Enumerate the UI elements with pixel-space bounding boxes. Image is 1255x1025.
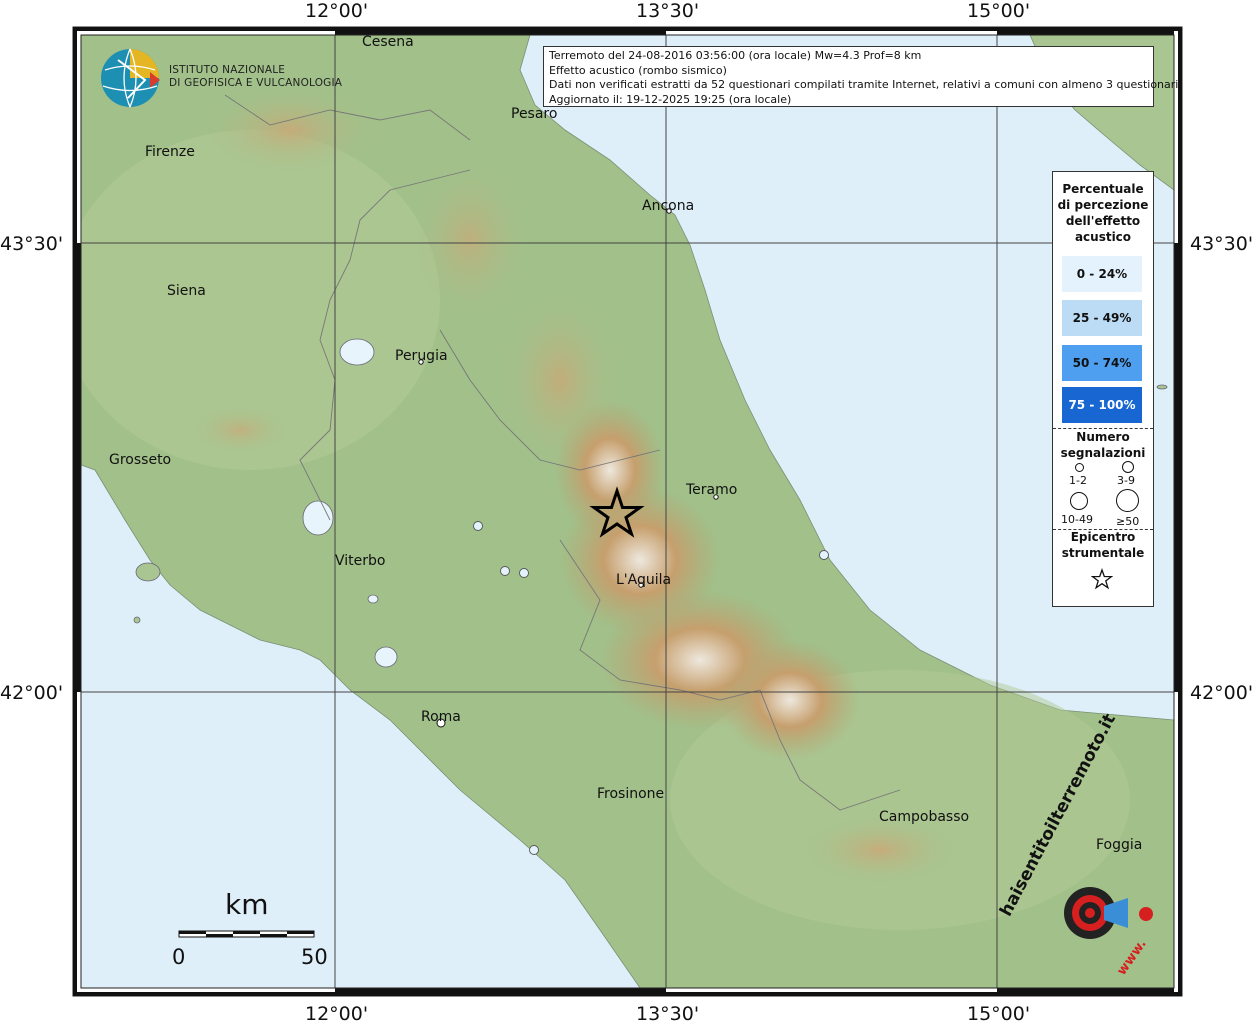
legend-title-4: acustico	[1074, 230, 1132, 244]
event-info-box: Terremoto del 24-08-2016 03:56:00 (ora l…	[543, 46, 1182, 107]
city-label-pesaro: Pesaro	[511, 106, 558, 122]
scale-unit: km	[225, 888, 269, 921]
legend-count-1: 1-2	[1069, 474, 1087, 487]
legend-title-3: dell'effetto	[1065, 214, 1141, 228]
lake-bracciano	[374, 646, 398, 668]
lon-label-13-30-bottom: 13°30'	[636, 1003, 700, 1025]
city-label-siena: Siena	[167, 283, 206, 299]
observation-point	[519, 568, 529, 578]
lon-label-12-bottom: 12°00'	[305, 1003, 369, 1025]
lat-label-42: 42°00'	[0, 682, 64, 704]
lon-label-15-bottom: 15°00'	[967, 1003, 1031, 1025]
legend-count-title-2: segnalazioni	[1060, 446, 1146, 460]
lat-label-42-right: 42°00'	[1190, 682, 1254, 704]
city-label-perugia: Perugia	[395, 348, 448, 364]
city-label-laquila: L'Aquila	[616, 572, 672, 588]
legend-range-3: 75 - 100%	[1062, 387, 1142, 423]
legend-range-0: 0 - 24%	[1062, 256, 1142, 292]
legend-star-icon	[1091, 568, 1113, 590]
legend-range-2: 50 - 74%	[1062, 345, 1142, 381]
observation-point	[819, 550, 829, 560]
city-label-viterbo: Viterbo	[335, 553, 386, 569]
legend-count-3: 10-49	[1061, 513, 1093, 526]
legend-range-1: 25 - 49%	[1062, 300, 1142, 336]
observation-point	[500, 566, 510, 576]
event-effect: Effetto acustico (rombo sismico)	[549, 63, 727, 77]
lon-label-12: 12°00'	[305, 0, 369, 22]
lon-label-13-30: 13°30'	[636, 0, 700, 22]
city-label-teramo: Teramo	[686, 482, 738, 498]
legend-circle-xlarge	[1116, 489, 1139, 512]
legend-title-1: Percentuale	[1062, 182, 1144, 196]
observation-point	[473, 521, 483, 531]
legend-circle-large	[1070, 492, 1088, 510]
event-title: Terremoto del 24-08-2016 03:56:00 (ora l…	[549, 49, 922, 62]
city-label-grosseto: Grosseto	[109, 452, 172, 468]
legend-epicenter-title-1: Epicentro	[1070, 530, 1136, 544]
scale-end: 50	[301, 945, 328, 969]
lake-trasimeno	[339, 338, 375, 366]
event-updated: Aggiornato il: 19-12-2025 19:25 (ora loc…	[549, 92, 792, 106]
legend-circle-small	[1075, 463, 1084, 472]
legend-epicenter-title-2: strumentale	[1061, 546, 1145, 560]
lat-label-43-30-right: 43°30'	[1190, 233, 1254, 255]
city-label-firenze: Firenze	[145, 144, 195, 160]
city-label-campobasso: Campobasso	[879, 809, 970, 825]
city-label-cesena: Cesena	[362, 34, 414, 50]
city-label-ancona: Ancona	[642, 198, 695, 214]
legend-panel: Percentuale di percezione dell'effetto a…	[1052, 171, 1154, 607]
lat-label-43-30: 43°30'	[0, 233, 64, 255]
scale-start: 0	[172, 945, 186, 969]
legend-count-title-1: Numero	[1076, 430, 1130, 444]
ingv-line-2: DI GEOFISICA E VULCANOLOGIA	[169, 77, 343, 89]
scale-bar	[178, 930, 315, 938]
city-label-foggia: Foggia	[1096, 837, 1143, 853]
legend-circle-medium	[1122, 461, 1134, 473]
legend-title-2: di percezione	[1057, 198, 1149, 212]
ingv-line-1: ISTITUTO NAZIONALE	[169, 64, 286, 76]
city-label-frosinone: Frosinone	[597, 786, 665, 802]
event-data-note: Dati non verificati estratti da 52 quest…	[549, 78, 1182, 92]
city-label-roma: Roma	[421, 709, 461, 725]
legend-count-2: 3-9	[1117, 474, 1135, 487]
legend-count-4: ≥50	[1116, 515, 1140, 528]
observation-point	[529, 845, 539, 855]
lon-label-15: 15°00'	[967, 0, 1031, 22]
ingv-logo-text: ISTITUTO NAZIONALE DI GEOFISICA E VULCAN…	[169, 64, 342, 90]
